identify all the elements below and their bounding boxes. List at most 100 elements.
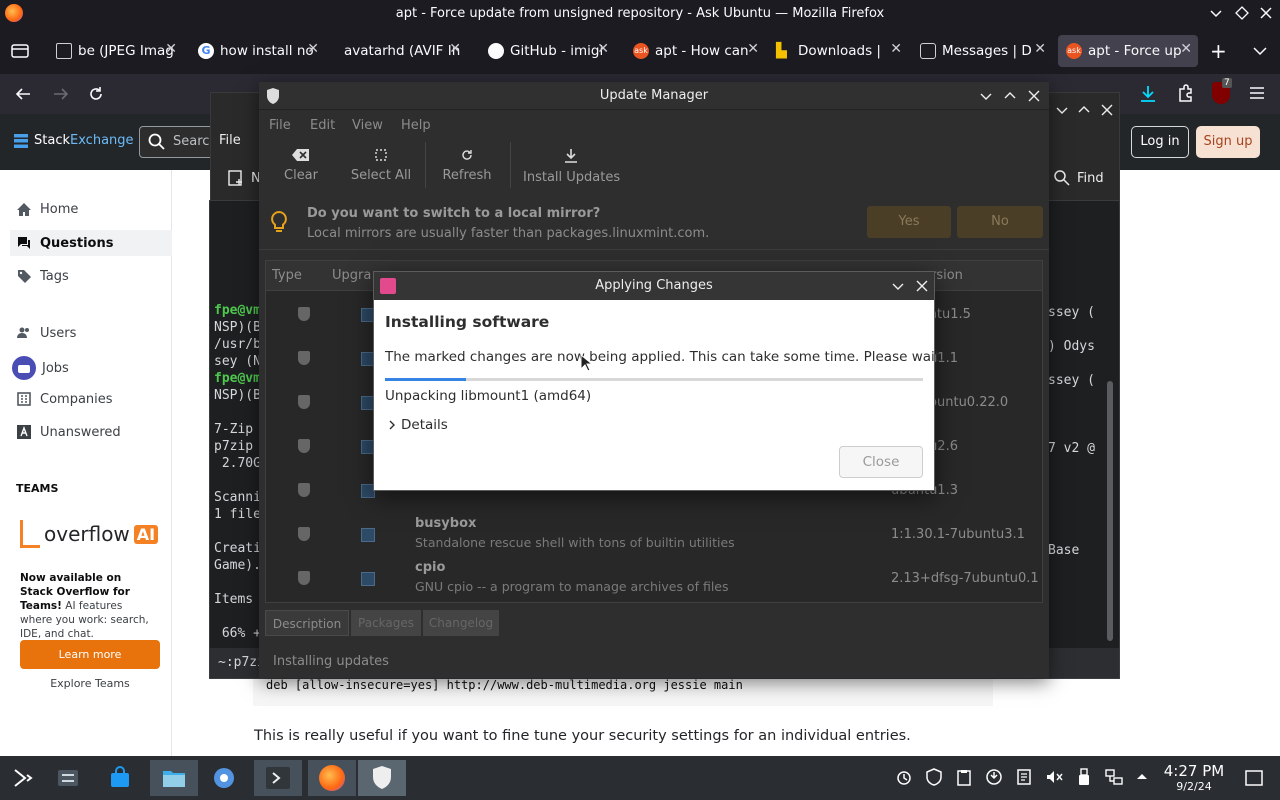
vpn-shield-icon[interactable] [925,768,943,786]
fm-maximize-icon[interactable] [1077,103,1091,117]
extensions-icon[interactable] [1176,84,1194,104]
tab-askubuntu-force[interactable]: ask apt - Force up ✕ [1058,35,1198,67]
fm-close-icon[interactable] [1100,103,1114,117]
find-button[interactable]: Find [1053,169,1104,187]
show-desktop-icon[interactable] [1244,769,1264,787]
um-menu-view[interactable]: View [352,118,383,133]
search-box[interactable]: Search [139,126,219,158]
nav-tags[interactable]: Tags [16,268,69,284]
tray-expand-icon[interactable] [1135,768,1149,786]
forward-icon[interactable] [52,85,70,103]
terminal-line: 7-Zip [214,422,254,437]
update-row[interactable]: 1:1.30.1-7ubuntu3.1 busybox Standalone res… [266,513,1042,557]
tab-google-search[interactable]: G how install no ✕ [190,35,325,67]
dialog-minimize-icon[interactable] [891,279,905,293]
dialog-heading: Installing software [385,313,550,331]
um-minimize-icon[interactable] [979,89,993,103]
nav-companies[interactable]: Companies [16,391,113,407]
close-window-icon[interactable] [1258,5,1274,21]
select-all-button[interactable]: Select All [349,148,413,183]
nav-questions[interactable]: Questions [10,230,172,256]
mouse-cursor-icon [580,354,592,372]
tab-close-icon[interactable]: ✕ [1034,41,1046,57]
tab-askubuntu-how[interactable]: ask apt - How can ✕ [625,35,765,67]
clear-icon [292,148,310,162]
column-upgrade[interactable]: Upgra [332,268,371,283]
um-menu-help[interactable]: Help [401,118,431,133]
file-manager-taskbar-icon[interactable] [150,760,198,796]
um-menu-file[interactable]: File [269,118,291,133]
refresh-button[interactable]: Refresh [439,148,495,183]
explore-teams-link[interactable]: Explore Teams [20,677,160,690]
file-manager-menu-file[interactable]: File [219,133,241,148]
tab-overview-icon[interactable] [10,42,30,60]
nav-jobs[interactable]: Jobs [12,356,69,380]
back-icon[interactable] [14,85,32,103]
notes-icon[interactable] [1015,768,1033,786]
app-launcher-icon[interactable] [2,760,42,796]
update-notifier-icon[interactable] [985,768,1003,786]
tab-close-icon[interactable]: ✕ [1180,41,1192,57]
app-menu-icon[interactable] [1248,85,1266,101]
tab-close-icon[interactable]: ✕ [165,41,177,57]
nav-home[interactable]: Home [16,202,78,217]
clear-button[interactable]: Clear [281,148,321,183]
um-maximize-icon[interactable] [1003,89,1017,103]
signup-button[interactable]: Sign up [1196,126,1260,158]
tab-jpeg-image[interactable]: be (JPEG Imag ✕ [48,35,183,67]
tab-close-icon[interactable]: ✕ [449,41,461,57]
alarm-icon[interactable] [895,768,913,786]
minimize-icon[interactable] [1208,5,1224,21]
volume-muted-icon[interactable] [1045,768,1063,786]
new-file-icon[interactable]: N [227,169,261,187]
update-manager-taskbar-icon[interactable] [358,760,406,796]
details-expander[interactable]: Details [387,417,448,433]
um-tab-packages[interactable]: Packages [351,610,421,636]
tab-messages[interactable]: Messages | D ✕ [912,35,1052,67]
um-menu-edit[interactable]: Edit [310,118,335,133]
stackexchange-logo[interactable]: Stack Exchange [14,133,134,148]
chevron-right-icon [387,420,397,430]
tab-downloads[interactable]: ▙ Downloads | ✕ [768,35,908,67]
nav-unanswered[interactable]: Unanswered [16,424,121,440]
banner-yes-button[interactable]: Yes [867,206,951,238]
clipboard-icon[interactable] [955,768,973,786]
terminal-scrollbar[interactable] [1107,381,1113,641]
um-tab-changelog[interactable]: Changelog [423,610,499,636]
login-button[interactable]: Log in [1131,126,1189,158]
new-tab-icon[interactable]: + [1210,41,1227,61]
tab-github[interactable]: GitHub - imigi ✕ [480,35,615,67]
tab-close-icon[interactable]: ✕ [747,41,759,57]
network-wired-icon[interactable] [1105,768,1123,786]
usb-device-icon[interactable] [1075,768,1093,786]
banner-no-button[interactable]: No [957,206,1043,238]
upgrade-checkbox[interactable] [361,528,375,542]
nav-users[interactable]: Users [16,325,76,341]
stack-logo-icon [14,133,28,148]
dialog-close-button[interactable]: Close [839,446,923,478]
upgrade-checkbox[interactable] [361,572,375,586]
install-updates-button[interactable]: Install Updates [523,148,620,185]
tab-close-icon[interactable]: ✕ [597,41,609,57]
terminal-taskbar-icon[interactable] [254,760,302,796]
column-type[interactable]: Type [272,268,302,283]
dialog-close-icon[interactable] [915,279,929,293]
tab-close-icon[interactable]: ✕ [890,41,902,57]
um-close-icon[interactable] [1027,89,1041,103]
system-settings-icon[interactable] [48,760,88,796]
toolbar-separator [510,142,511,188]
update-row[interactable]: 2.13+dfsg-7ubuntu0.1 cpio GNU cpio -- a pr… [266,557,1042,601]
downloads-icon[interactable] [1138,84,1158,104]
firefox-taskbar-icon[interactable] [308,760,356,796]
tab-avatarhd[interactable]: avatarhd (AVIF In ✕ [332,35,467,67]
reload-icon[interactable] [87,85,105,103]
maximize-icon[interactable] [1234,5,1250,21]
software-store-icon[interactable] [100,760,140,796]
clock[interactable]: 4:27 PM 9/2/24 [1160,763,1228,794]
settings-gear-icon[interactable] [204,760,244,796]
tab-close-icon[interactable]: ✕ [307,41,319,57]
learn-more-button[interactable]: Learn more [20,640,160,669]
fm-minimize-icon[interactable] [1055,103,1069,117]
list-tabs-icon[interactable] [1252,44,1268,58]
um-tab-description[interactable]: Description [265,610,349,636]
